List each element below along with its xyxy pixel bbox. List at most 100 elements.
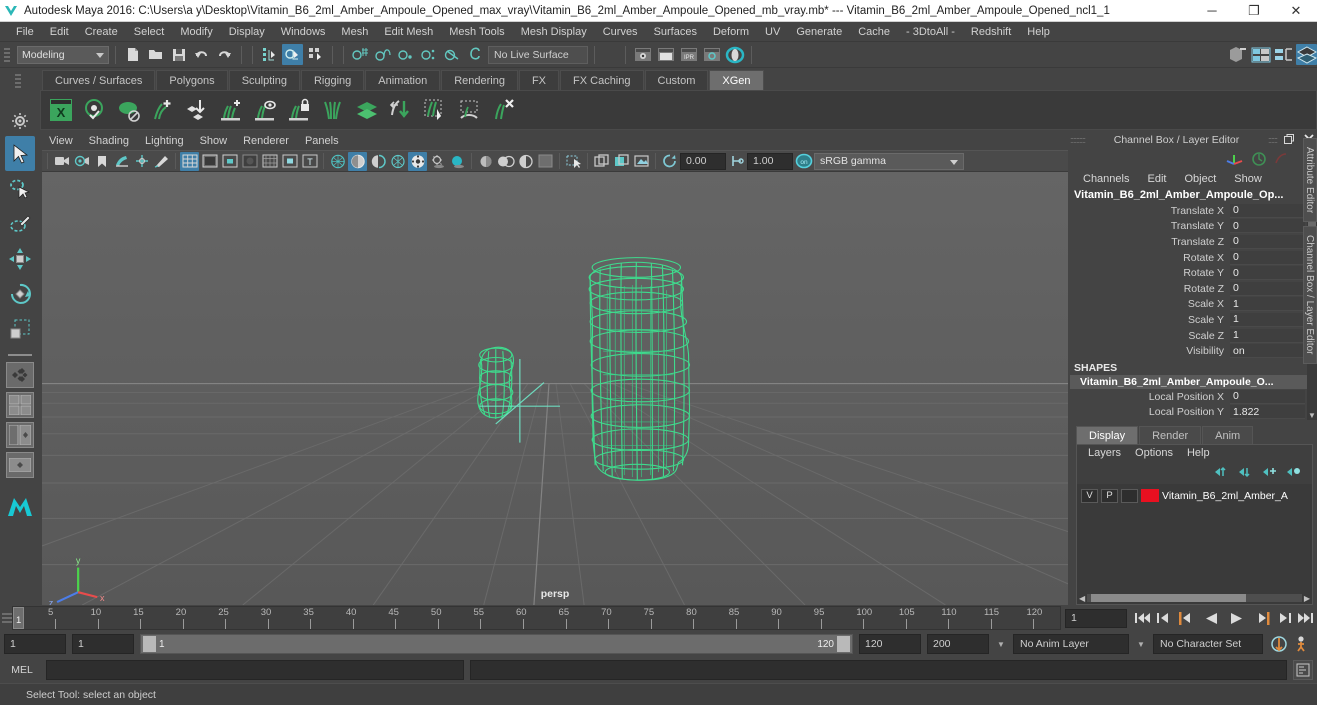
select-object-button[interactable] [282,44,303,65]
layer-shading-toggle[interactable] [1121,488,1138,503]
exposure-value-field[interactable]: 0.00 [680,152,726,170]
channel-value[interactable]: 0 [1230,281,1305,296]
range-bar[interactable]: 1 120 [140,634,853,654]
cb-menu-show[interactable]: Show [1225,170,1271,188]
select-component-button[interactable] [305,44,326,65]
create-empty-layer-icon[interactable] [1262,465,1278,482]
channel-value[interactable]: 0 [1230,219,1305,234]
scroll-left-arrow-icon[interactable]: ◀ [1079,594,1085,603]
film-gate-icon[interactable] [200,152,219,171]
shelf-tab-polygons[interactable]: Polygons [156,70,228,90]
menu-windows[interactable]: Windows [273,22,334,42]
quick-layout-outliner-persp-icon[interactable] [6,422,34,448]
resolution-gate-icon[interactable] [220,152,239,171]
xgen-add-description-icon[interactable] [149,95,177,125]
menu-redshift[interactable]: Redshift [963,22,1019,42]
rotate-tool[interactable] [5,276,35,311]
cb-menu-object[interactable]: Object [1175,170,1225,188]
wireframe-shading-icon[interactable] [328,152,347,171]
chevron-down-icon[interactable]: ▼ [1135,640,1147,649]
vtab-attribute-editor[interactable]: Attribute Editor [1303,138,1317,223]
auto-keyframe-toggle-icon[interactable] [1269,634,1288,654]
xgen-lock-guides-icon[interactable] [285,95,313,125]
minimize-button[interactable]: ─ [1191,0,1233,22]
paint-selection-tool[interactable] [5,206,35,241]
color-management-toggle-icon[interactable]: on [794,152,813,171]
viewport-menu-panels[interactable]: Panels [298,132,346,150]
shelf-tab-fx-caching[interactable]: FX Caching [560,70,644,90]
panel-grip-dots[interactable]: :::::::::: [1070,135,1086,145]
step-forward-key-button[interactable] [1275,608,1294,628]
xgen-preview-sphere-icon[interactable] [81,95,109,125]
gamma-value-field[interactable]: 1.00 [747,152,793,170]
motion-blur-icon[interactable] [476,152,495,171]
shelf-grip[interactable] [14,72,23,90]
layer-color-swatch[interactable] [1141,489,1159,503]
isolate-select-icon[interactable] [536,152,555,171]
open-scene-button[interactable] [145,44,166,65]
viewport-menu-renderer[interactable]: Renderer [236,132,296,150]
layer-name[interactable]: Vitamin_B6_2ml_Amber_A [1162,490,1288,502]
time-slider-playhead[interactable]: 1 [13,607,24,629]
panel-grip-dots-2[interactable]: :::::: [1268,135,1278,145]
ipr-render-icon[interactable]: IPR [678,44,699,65]
viewport-menu-view[interactable]: View [42,132,80,150]
lasso-tool[interactable] [5,171,35,206]
scrollbar-thumb[interactable] [1091,594,1246,602]
channel-value[interactable]: 0 [1230,203,1305,218]
undo-button[interactable] [191,44,212,65]
texture-shading-icon[interactable] [388,152,407,171]
shape-channel-value[interactable]: 0 [1230,389,1305,404]
play-backwards-button[interactable] [1202,608,1221,628]
channel-value[interactable]: 1 [1230,297,1305,312]
channel-value[interactable]: 0 [1230,266,1305,281]
menu-select[interactable]: Select [126,22,173,42]
xgen-select-guides-icon[interactable] [421,95,449,125]
menu-cache[interactable]: Cache [850,22,898,42]
scroll-right-arrow-icon[interactable]: ▶ [1304,594,1310,603]
toggle-tool-settings-icon[interactable] [1273,44,1294,65]
range-start-time-field[interactable]: 1 [72,634,134,654]
menu-uv[interactable]: UV [757,22,788,42]
scale-tool[interactable] [5,311,35,346]
color-profile-selector[interactable]: sRGB gamma [814,152,964,170]
scrollbar-track[interactable] [1087,594,1302,602]
go-to-end-button[interactable] [1296,608,1315,628]
scroll-down-arrow-icon[interactable]: ▼ [1307,411,1317,420]
character-set-selector[interactable]: No Character Set [1153,634,1263,654]
layer-tab-render[interactable]: Render [1139,426,1202,445]
menu-help[interactable]: Help [1019,22,1058,42]
toggle-attribute-editor-icon[interactable] [1250,44,1271,65]
smooth-shading-icon[interactable] [348,151,367,171]
layer-menu-help[interactable]: Help [1180,445,1217,462]
menu-display[interactable]: Display [221,22,273,42]
chevron-down-icon[interactable]: ▼ [995,640,1007,649]
create-layer-from-selected-icon[interactable] [1286,465,1302,482]
statusline-grip[interactable] [4,46,12,64]
close-button[interactable]: ✕ [1275,0,1317,22]
exposure-copy-icon[interactable] [592,152,611,171]
xgen-delete-guides-icon[interactable] [489,95,517,125]
range-bar-left-handle[interactable] [143,636,156,652]
channel-value[interactable]: 0 [1230,250,1305,265]
channel-value[interactable]: 1 [1230,328,1305,343]
command-language-label[interactable]: MEL [4,664,40,676]
shelf-tab-curves-surfaces[interactable]: Curves / Surfaces [42,70,156,90]
vtab-channel-box[interactable]: Channel Box / Layer Editor [1303,226,1317,364]
step-forward-frame-button[interactable] [1254,608,1273,628]
toggle-channel-box-icon[interactable] [1296,44,1317,65]
layer-tab-display[interactable]: Display [1076,426,1139,445]
layer-menu-layers[interactable]: Layers [1081,445,1128,462]
bookmark-icon[interactable] [92,152,111,171]
current-frame-field[interactable]: 1 [1065,608,1127,628]
move-tool[interactable] [5,241,35,276]
go-to-start-button[interactable] [1133,608,1152,628]
save-scene-button[interactable] [168,44,189,65]
cb-menu-edit[interactable]: Edit [1138,170,1175,188]
shape-channel-value[interactable]: 1.822 [1230,405,1305,420]
range-bar-right-handle[interactable] [837,636,850,652]
menu-edit[interactable]: Edit [42,22,77,42]
menu-set-selector[interactable]: Modeling [17,45,109,64]
move-layer-down-icon[interactable] [1238,465,1254,482]
render-sequence-icon[interactable] [655,44,676,65]
